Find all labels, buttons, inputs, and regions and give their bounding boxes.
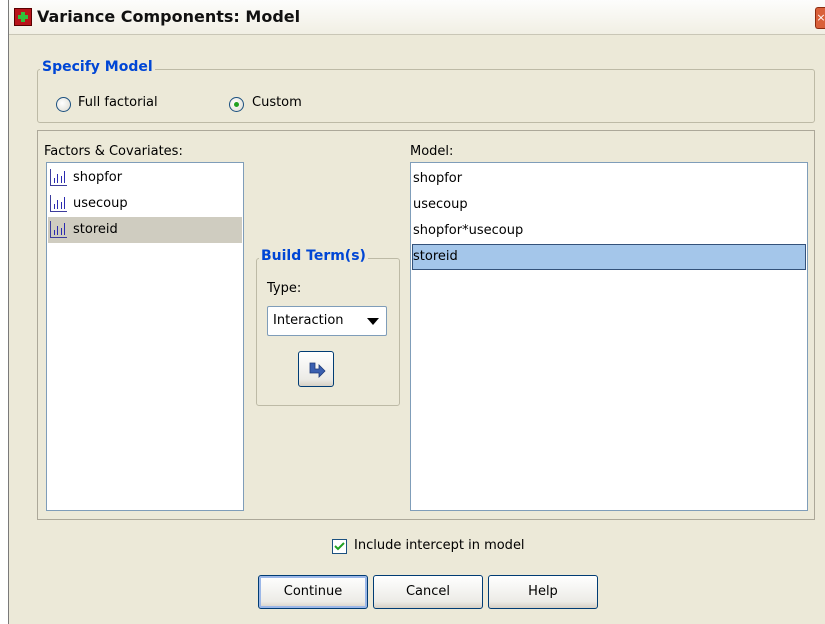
model-terms-panel: Factors & Covariates: shopfor usecoup st… [37, 130, 815, 520]
model-item-usecoup[interactable]: usecoup [412, 192, 806, 218]
factor-item-shopfor[interactable]: shopfor [48, 165, 242, 191]
custom-radio-button[interactable] [229, 97, 244, 112]
continue-button[interactable]: Continue [258, 575, 368, 609]
factor-item-storeid[interactable]: storeid [48, 217, 242, 243]
factors-covariates-label: Factors & Covariates: [44, 144, 183, 159]
build-terms-group: Build Term(s) Type: Interaction [256, 248, 400, 406]
move-term-button[interactable] [298, 351, 334, 387]
specify-model-group: Specify Model Full factorial Custom [37, 59, 815, 123]
chevron-down-icon [367, 318, 379, 325]
model-label: Model: [410, 144, 454, 159]
help-button[interactable]: Help [488, 575, 598, 609]
cancel-button[interactable]: Cancel [373, 575, 483, 609]
variance-components-model-dialog: Variance Components: Model × Specify Mod… [8, 0, 825, 624]
checkmark-icon [334, 542, 345, 551]
title-bar[interactable]: Variance Components: Model × [9, 0, 825, 35]
arrow-right-icon [309, 362, 326, 378]
include-intercept-box[interactable] [332, 539, 347, 554]
term-type-value: Interaction [273, 313, 344, 328]
full-factorial-radio-button[interactable] [56, 97, 71, 112]
model-item-label: shopfor [413, 171, 463, 186]
window-title: Variance Components: Model [37, 7, 301, 26]
term-type-select[interactable]: Interaction [267, 306, 387, 336]
model-item-shopfor-usecoup[interactable]: shopfor*usecoup [412, 218, 806, 244]
model-item-shopfor[interactable]: shopfor [412, 166, 806, 192]
factor-item-label: shopfor [73, 170, 123, 185]
nominal-variable-icon [50, 169, 67, 186]
build-terms-title: Build Term(s) [259, 248, 368, 264]
factor-item-label: storeid [73, 222, 118, 237]
custom-label[interactable]: Custom [252, 95, 302, 110]
include-intercept-label[interactable]: Include intercept in model [354, 538, 525, 553]
model-item-label: usecoup [413, 197, 468, 212]
nominal-variable-icon [50, 221, 67, 238]
model-terms-list[interactable]: shopfor usecoup shopfor*usecoup storeid [410, 162, 808, 511]
model-item-label: storeid [413, 249, 458, 264]
factor-item-usecoup[interactable]: usecoup [48, 191, 242, 217]
app-icon [14, 8, 32, 26]
model-item-label: shopfor*usecoup [413, 223, 524, 238]
specify-model-title: Specify Model [40, 59, 155, 75]
factors-covariates-list[interactable]: shopfor usecoup storeid [46, 162, 244, 511]
full-factorial-label[interactable]: Full factorial [78, 95, 158, 110]
close-button[interactable]: × [815, 7, 825, 29]
nominal-variable-icon [50, 195, 67, 212]
model-item-storeid[interactable]: storeid [412, 244, 806, 270]
type-label: Type: [267, 281, 302, 296]
factor-item-label: usecoup [73, 196, 128, 211]
